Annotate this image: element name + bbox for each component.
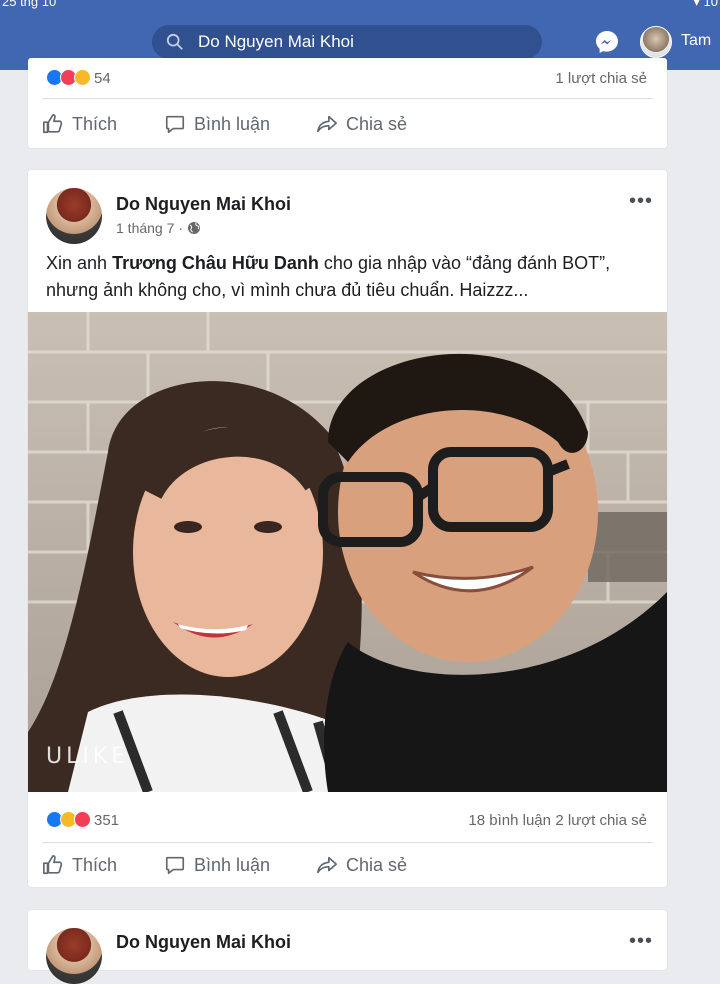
post-meta: 1 tháng 7 ·	[116, 220, 201, 236]
like-label: Thích	[72, 113, 118, 134]
more-options-icon[interactable]: •••	[629, 190, 653, 213]
thumbs-up-icon	[43, 114, 63, 134]
post-card-previous: 54 1 lượt chia sẻ Thích Bình luận Chia s…	[28, 58, 667, 148]
comment-label: Bình luận	[194, 113, 271, 134]
share-count[interactable]: 1 lượt chia sẻ	[555, 70, 647, 87]
author-avatar[interactable]	[46, 188, 102, 244]
post-author-name[interactable]: Do Nguyen Mai Khoi	[116, 932, 291, 953]
comment-label: Bình luận	[194, 854, 271, 875]
profile-avatar[interactable]	[640, 26, 672, 58]
post-text-line2: nhưng ảnh không cho, vì mình chưa đủ tiê…	[46, 280, 529, 300]
globe-icon	[188, 222, 201, 234]
share-icon	[317, 115, 337, 133]
share-label: Chia sẻ	[346, 113, 408, 134]
meta-separator: ·	[178, 220, 184, 236]
post-photo[interactable]: ULIKE	[28, 312, 667, 792]
love-reaction-icon	[74, 811, 91, 828]
reactions-summary[interactable]: 351 18 bình luận 2 lượt chia sẻ	[28, 800, 667, 840]
profile-name[interactable]: Tam	[681, 32, 711, 50]
post-text-part: Xin anh	[46, 253, 113, 273]
author-avatar[interactable]	[46, 928, 102, 984]
like-label: Thích	[72, 854, 118, 875]
share-label: Chia sẻ	[346, 854, 408, 875]
comment-count[interactable]: 18 bình luận	[468, 812, 551, 829]
search-bar[interactable]	[152, 25, 542, 59]
photo-watermark: ULIKE	[46, 744, 130, 769]
like-button[interactable]: Thích	[42, 854, 117, 876]
comment-button[interactable]: Bình luận	[164, 854, 270, 876]
post-card: Do Nguyen Mai Khoi 1 tháng 7 · ••• Xin a…	[28, 170, 667, 887]
search-input[interactable]	[196, 31, 516, 53]
status-indicator: ▾ 10	[693, 0, 718, 10]
post-text-part: cho gia nhập vào “đảng đánh BOT”,	[318, 253, 611, 273]
status-time: 25 thg 10	[2, 0, 57, 9]
share-icon	[317, 856, 337, 874]
reaction-icons	[46, 69, 102, 87]
post-author-name[interactable]: Do Nguyen Mai Khoi	[116, 194, 291, 215]
post-actions: Thích Bình luận Chia sẻ	[28, 102, 667, 146]
share-button[interactable]: Chia sẻ	[316, 854, 407, 876]
post-text: Xin anh Trương Châu Hữu Danh cho gia nhậ…	[46, 250, 656, 304]
post-card-next: Do Nguyen Mai Khoi •••	[28, 910, 667, 984]
share-count[interactable]: 2 lượt chia sẻ	[555, 812, 647, 829]
post-actions: Thích Bình luận Chia sẻ	[28, 843, 667, 887]
comment-button[interactable]: Bình luận	[164, 113, 270, 135]
tagged-person-link[interactable]: Trương Châu Hữu Danh	[112, 253, 319, 273]
reactions-summary[interactable]: 54 1 lượt chia sẻ	[28, 58, 667, 98]
more-options-icon[interactable]: •••	[629, 930, 653, 953]
search-icon	[166, 33, 183, 50]
wifi-icon: ▾	[693, 0, 704, 9]
divider	[42, 98, 653, 99]
reaction-icons	[46, 811, 102, 829]
thumbs-up-icon	[43, 855, 63, 875]
like-button[interactable]: Thích	[42, 113, 117, 135]
post-date[interactable]: 1 tháng 7	[116, 220, 174, 236]
comment-icon	[165, 115, 185, 134]
status-right-text: 10	[703, 0, 718, 9]
share-button[interactable]: Chia sẻ	[316, 113, 407, 135]
selfie-photo-illustration	[28, 312, 667, 792]
messenger-icon[interactable]	[594, 29, 620, 55]
comment-icon	[165, 856, 185, 875]
haha-reaction-icon	[74, 69, 91, 86]
